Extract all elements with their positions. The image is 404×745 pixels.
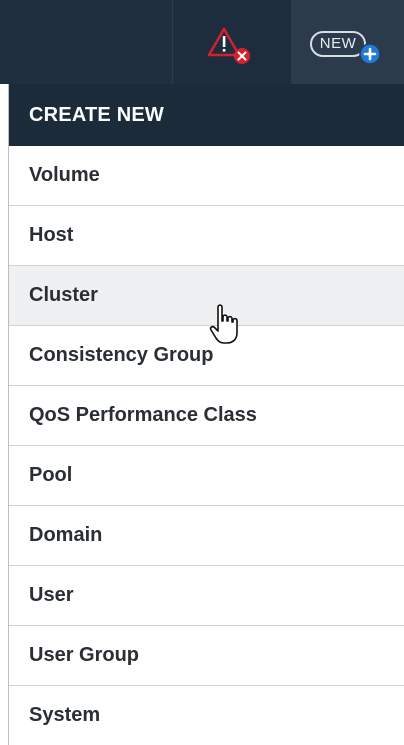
menu-item-pool[interactable]: Pool: [9, 446, 404, 506]
menu-item-host[interactable]: Host: [9, 206, 404, 266]
menu-item-consistency-group[interactable]: Consistency Group: [9, 326, 404, 386]
dropdown-header: CREATE NEW: [9, 84, 404, 146]
menu-item-volume[interactable]: Volume: [9, 146, 404, 206]
alerts-button[interactable]: [172, 0, 291, 84]
new-button[interactable]: NEW: [291, 0, 404, 84]
menu-item-user[interactable]: User: [9, 566, 404, 626]
app-root: NEW CREATE NEW Volume Host Cluster Consi…: [0, 0, 404, 745]
create-new-dropdown: CREATE NEW Volume Host Cluster Consisten…: [8, 84, 404, 745]
menu-item-qos-performance-class[interactable]: QoS Performance Class: [9, 386, 404, 446]
new-button-label: NEW: [310, 31, 366, 57]
menu-item-cluster[interactable]: Cluster: [9, 266, 404, 326]
menu-item-user-group[interactable]: User Group: [9, 626, 404, 686]
hand-cursor-icon: [209, 304, 238, 344]
top-toolbar: NEW: [0, 0, 404, 84]
toolbar-spacer: [0, 0, 172, 84]
menu-item-domain[interactable]: Domain: [9, 506, 404, 566]
warning-error-icon: [207, 27, 250, 64]
plus-circle-icon: [359, 43, 381, 65]
menu-item-system[interactable]: System: [9, 686, 404, 745]
